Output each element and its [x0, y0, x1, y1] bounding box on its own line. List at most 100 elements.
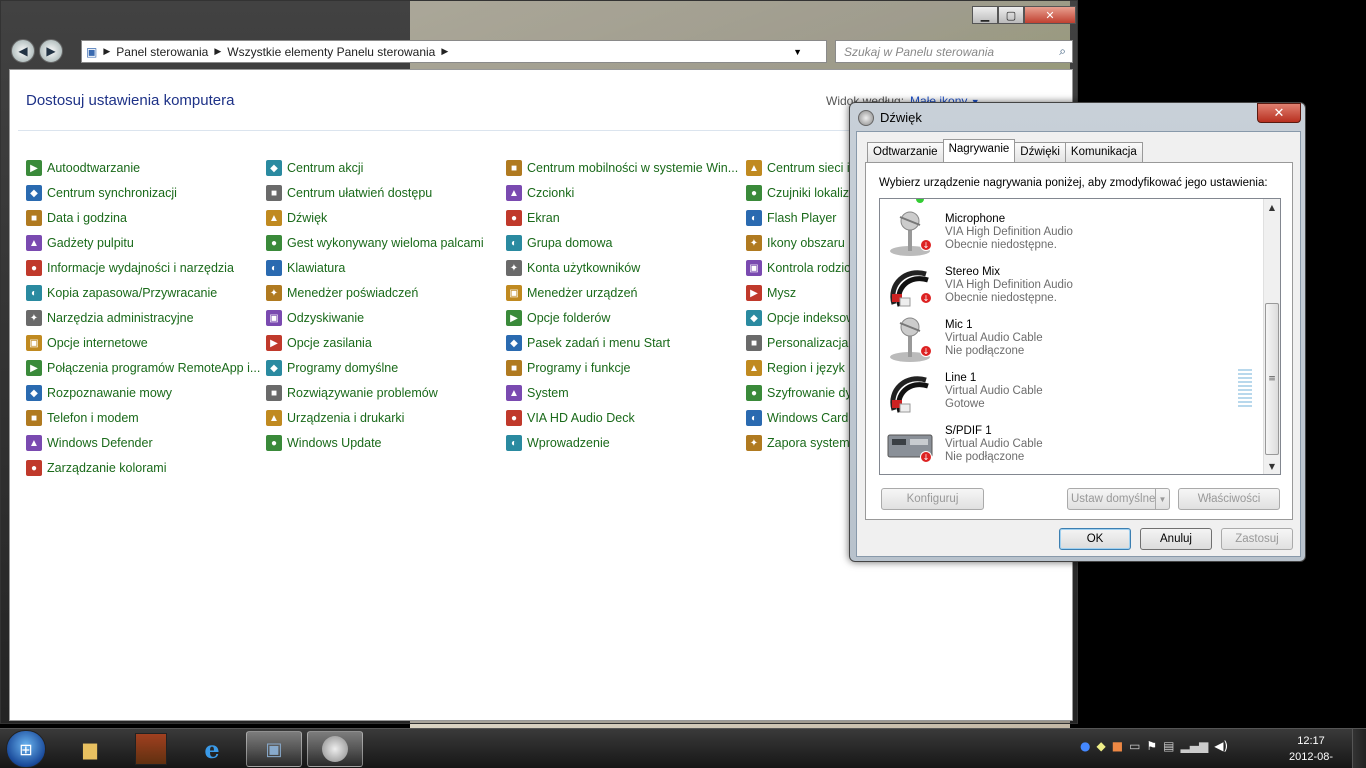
control-panel-item[interactable]: ▲ Urządzenia i drukarki [266, 408, 404, 428]
control-panel-item-label: Konta użytkowników [527, 261, 641, 275]
cancel-button[interactable]: Anuluj [1140, 528, 1212, 550]
scroll-up-icon[interactable]: ▲ [1264, 199, 1280, 215]
control-panel-item[interactable]: ◐ Flash Player [746, 208, 836, 228]
configure-button[interactable]: Konfiguruj [881, 488, 984, 510]
control-panel-item-label: Region i język [767, 361, 845, 375]
device-icon[interactable]: ▤ [1163, 739, 1174, 753]
ok-button[interactable]: OK [1059, 528, 1131, 550]
device-item[interactable]: Line 1 Virtual Audio Cable Gotowe [880, 364, 1264, 417]
control-panel-item[interactable]: ◐ Grupa domowa [506, 233, 612, 253]
volume-icon[interactable]: ◀) [1214, 739, 1228, 753]
control-panel-item[interactable]: ▲ Dźwięk [266, 208, 327, 228]
control-panel-item[interactable]: ■ Centrum ułatwień dostępu [266, 183, 432, 203]
control-panel-taskbar-button[interactable]: ▣ [246, 731, 302, 767]
minimize-button[interactable]: ▁ [972, 6, 998, 24]
control-panel-item[interactable]: ✦ Narzędzia administracyjne [26, 308, 194, 328]
dialog-close-button[interactable]: ✕ [1257, 103, 1301, 123]
control-panel-item[interactable]: ◆ Centrum akcji [266, 158, 363, 178]
close-button[interactable]: ✕ [1024, 6, 1076, 24]
control-panel-item-icon: ✦ [746, 235, 762, 251]
control-panel-item[interactable]: ● Ekran [506, 208, 560, 228]
control-panel-item[interactable]: ■ Rozwiązywanie problemów [266, 383, 438, 403]
control-panel-item[interactable]: ▲ Region i język [746, 358, 845, 378]
breadcrumb-all-items[interactable]: Wszystkie elementy Panelu sterowania [227, 45, 435, 59]
control-panel-item[interactable]: ▶ Autoodtwarzanie [26, 158, 140, 178]
control-panel-item[interactable]: ✦ Konta użytkowników [506, 258, 640, 278]
control-panel-item[interactable]: ▣ Odzyskiwanie [266, 308, 364, 328]
control-panel-item[interactable]: ■ Personalizacja [746, 333, 848, 353]
control-panel-item[interactable]: ▲ Czcionki [506, 183, 574, 203]
action-center-flag-icon[interactable]: ⚑ [1146, 739, 1157, 753]
control-panel-item[interactable]: ▣ Opcje internetowe [26, 333, 148, 353]
control-panel-item[interactable]: ■ Data i godzina [26, 208, 127, 228]
show-desktop-button[interactable] [1352, 729, 1366, 768]
device-list-scrollbar[interactable]: ▲ ≡ ▼ [1263, 199, 1280, 474]
control-panel-item[interactable]: ▶ Opcje zasilania [266, 333, 372, 353]
control-panel-item[interactable]: ● Gest wykonywany wieloma palcami [266, 233, 484, 253]
control-panel-item[interactable]: ◐ Klawiatura [266, 258, 345, 278]
control-panel-item[interactable]: ■ Programy i funkcje [506, 358, 631, 378]
control-panel-item[interactable]: ▲ Centrum sieci i ... [746, 158, 864, 178]
dropdown-arrow-icon[interactable]: ▼ [793, 47, 802, 57]
scroll-thumb[interactable]: ≡ [1265, 303, 1279, 455]
tab-playback[interactable]: Odtwarzanie [867, 142, 944, 162]
sound-taskbar-button[interactable] [307, 731, 363, 767]
set-default-button[interactable]: Ustaw domyślne ▼ [1067, 488, 1170, 510]
control-panel-item[interactable]: ✦ Ikony obszaru p... [746, 233, 866, 253]
control-panel-item[interactable]: ◆ Rozpoznawanie mowy [26, 383, 172, 403]
game-taskbar-button[interactable] [123, 731, 179, 767]
control-panel-item[interactable]: ◆ Centrum synchronizacji [26, 183, 177, 203]
control-panel-item[interactable]: ▲ Windows Defender [26, 433, 153, 453]
control-panel-item[interactable]: ■ Telefon i modem [26, 408, 139, 428]
address-bar[interactable]: ▣ ▶ Panel sterowania ▶ Wszystkie element… [81, 40, 848, 63]
device-item[interactable]: ↓ Stereo Mix VIA High Definition Audio Obec… [880, 258, 1264, 311]
device-item[interactable]: ↓ Mic 1 Virtual Audio Cable Nie podłączone [880, 311, 1264, 364]
tab-communications[interactable]: Komunikacja [1064, 142, 1143, 162]
app-tray-icon[interactable]: ■ [1112, 739, 1123, 753]
control-panel-item[interactable]: ▲ System [506, 383, 569, 403]
control-panel-item-icon: ■ [26, 410, 42, 426]
back-button[interactable]: ◀ [11, 39, 35, 63]
notes-icon[interactable]: ◆ [1096, 739, 1105, 753]
control-panel-item[interactable]: ● Informacje wydajności i narzędzia [26, 258, 234, 278]
dropdown-arrow-icon[interactable]: ▼ [1155, 489, 1169, 509]
control-panel-item[interactable]: ● Zarządzanie kolorami [26, 458, 167, 478]
control-panel-item[interactable]: ✦ Menedżer poświadczeń [266, 283, 418, 303]
properties-button[interactable]: Właściwości [1178, 488, 1280, 510]
monitor-icon[interactable]: ▭ [1129, 739, 1140, 753]
control-panel-item[interactable]: ◆ Pasek zadań i menu Start [506, 333, 670, 353]
control-panel-item[interactable]: ◆ Programy domyślne [266, 358, 398, 378]
device-item[interactable]: ↓ Microphone VIA High Definition Audio Obec… [880, 205, 1264, 258]
clock[interactable]: 12:17 2012-08-20 [1286, 733, 1336, 768]
maximize-button[interactable]: ▢ [998, 6, 1024, 24]
control-panel-item[interactable]: ▶ Połączenia programów RemoteApp i... [26, 358, 260, 378]
control-panel-item[interactable]: ■ Centrum mobilności w systemie Win... [506, 158, 738, 178]
search-icon[interactable]: ⌕ [1059, 44, 1066, 59]
network-signal-icon[interactable]: ▂▄▆ [1181, 739, 1209, 753]
device-list[interactable]: ↓ Microphone VIA High Definition Audio Obec… [879, 198, 1281, 475]
control-panel-item[interactable]: ▣ Kontrola rodzic... [746, 258, 861, 278]
control-panel-item[interactable]: ◆ Opcje indeksow... [746, 308, 865, 328]
control-panel-item[interactable]: ▶ Opcje folderów [506, 308, 610, 328]
control-panel-item[interactable]: ◐ Kopia zapasowa/Przywracanie [26, 283, 217, 303]
device-item[interactable]: ↓ S/PDIF 1 Virtual Audio Cable Nie podłączo… [880, 417, 1264, 470]
start-button[interactable]: ⊞ [6, 730, 46, 768]
control-panel-item-label: Narzędzia administracyjne [47, 311, 194, 325]
control-panel-item[interactable]: ● VIA HD Audio Deck [506, 408, 635, 428]
search-input[interactable]: Szukaj w Panelu sterowania ⌕ [835, 40, 1073, 63]
tab-recording[interactable]: Nagrywanie [942, 139, 1016, 162]
internet-explorer-taskbar-button[interactable]: e [184, 731, 240, 767]
control-panel-item[interactable]: ● Windows Update [266, 433, 382, 453]
bluetooth-icon[interactable]: ● [1080, 739, 1090, 753]
scroll-down-icon[interactable]: ▼ [1264, 458, 1280, 474]
forward-button[interactable]: ▶ [39, 39, 63, 63]
tab-sounds[interactable]: Dźwięki [1014, 142, 1066, 162]
device-name: Line 1 [945, 372, 977, 384]
explorer-taskbar-button[interactable]: ▆ [62, 731, 118, 767]
breadcrumb-control-panel[interactable]: Panel sterowania [116, 45, 208, 59]
control-panel-item[interactable]: ◐ Wprowadzenie [506, 433, 610, 453]
control-panel-item[interactable]: ▲ Gadżety pulpitu [26, 233, 134, 253]
control-panel-item[interactable]: ▣ Menedżer urządzeń [506, 283, 637, 303]
control-panel-item[interactable]: ▶ Mysz [746, 283, 796, 303]
apply-button[interactable]: Zastosuj [1221, 528, 1293, 550]
